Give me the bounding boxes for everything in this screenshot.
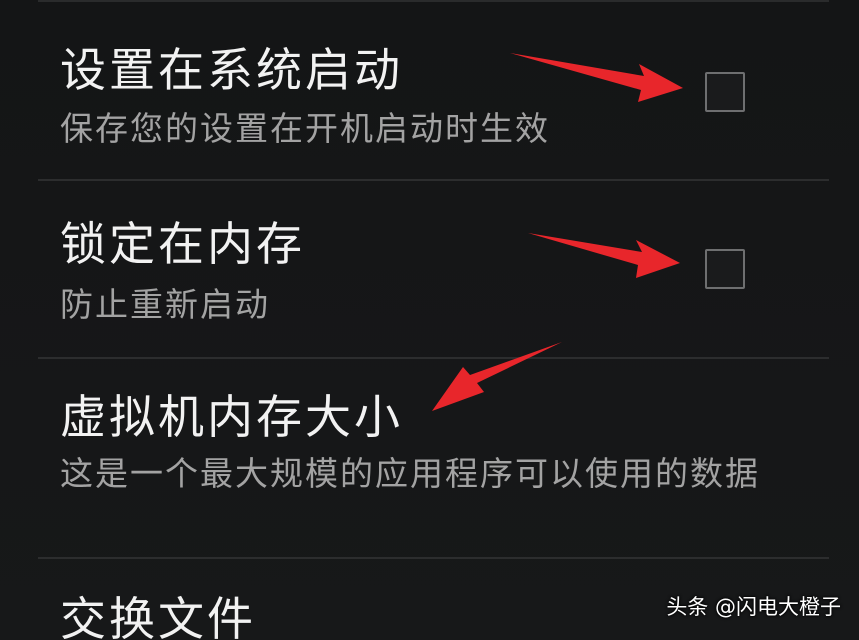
start-at-boot-checkbox[interactable] [705, 72, 745, 112]
setting-lock-in-memory[interactable]: 锁定在内存 防止重新启动 [0, 181, 859, 357]
setting-title: 设置在系统启动 [60, 43, 403, 97]
setting-title: 虚拟机内存大小 [60, 390, 403, 444]
watermark: 头条 @闪电大橙子 [666, 595, 841, 619]
setting-vm-memory-size[interactable]: 虚拟机内存大小 这是一个最大规模的应用程序可以使用的数据 [0, 359, 859, 557]
setting-title: 交换文件 [60, 592, 256, 640]
settings-screen: 设置在系统启动 保存您的设置在开机启动时生效 锁定在内存 防止重新启动 虚拟机内… [0, 0, 859, 640]
setting-start-at-boot[interactable]: 设置在系统启动 保存您的设置在开机启动时生效 [0, 0, 859, 180]
lock-in-memory-checkbox[interactable] [705, 249, 745, 289]
setting-summary: 防止重新启动 [60, 285, 270, 324]
setting-title: 锁定在内存 [60, 217, 305, 271]
setting-summary: 这是一个最大规模的应用程序可以使用的数据 [60, 454, 760, 493]
setting-summary: 保存您的设置在开机启动时生效 [60, 109, 550, 148]
